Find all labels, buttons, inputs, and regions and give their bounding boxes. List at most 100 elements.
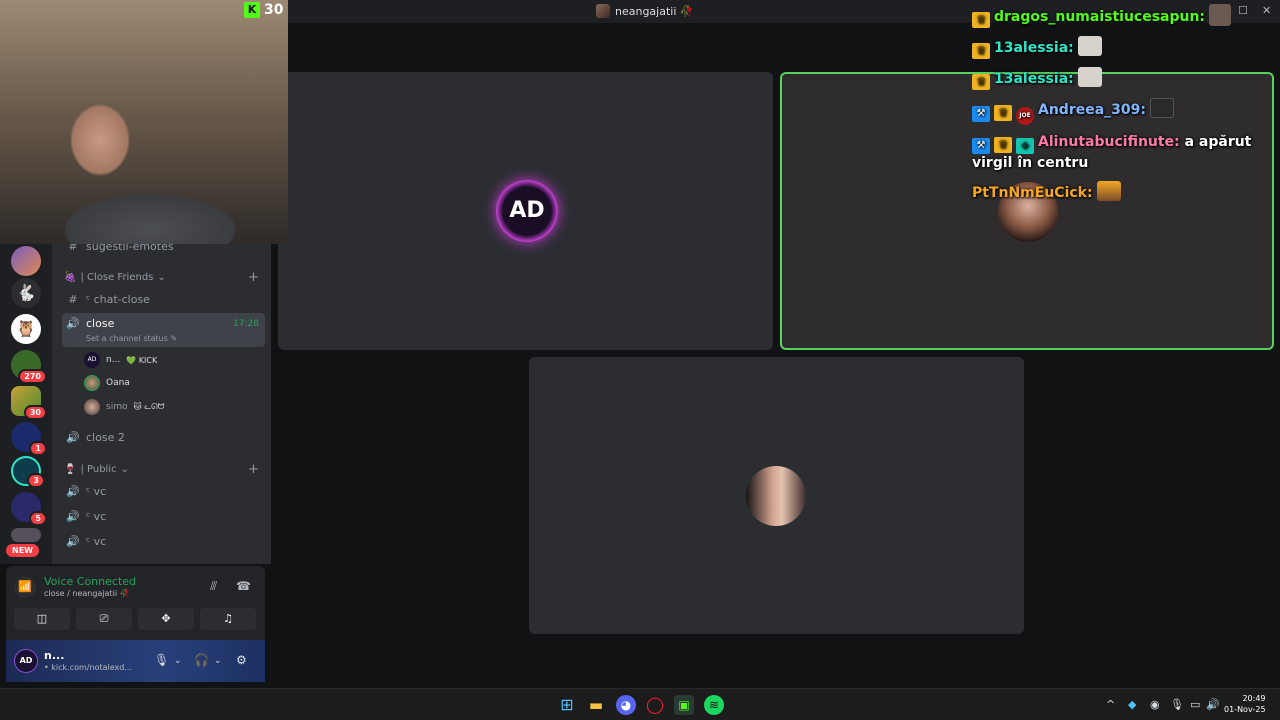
server-list: 🐇 🦉 270 30 1 3 5 NEW bbox=[0, 244, 52, 564]
cat-emote-icon bbox=[1077, 36, 1102, 56]
network-icon[interactable]: ▭ bbox=[1190, 698, 1200, 711]
voice-user[interactable]: Oana bbox=[84, 374, 130, 392]
server-icon-9[interactable] bbox=[11, 528, 41, 542]
microphone-icon[interactable]: 🎙 bbox=[154, 653, 169, 667]
voice-tile[interactable]: AD bbox=[278, 72, 773, 350]
server-icon-1[interactable] bbox=[11, 246, 41, 276]
user-status: • kick.com/notalexd... bbox=[44, 663, 132, 672]
moderator-icon: ⚒ bbox=[972, 138, 990, 154]
channel-label: ᶜ vc bbox=[86, 509, 107, 523]
server-icon-8[interactable]: 5 bbox=[11, 492, 47, 526]
channel-chat-close[interactable]: # ᶜ chat-close bbox=[62, 289, 265, 309]
kick-logo-icon: K bbox=[244, 2, 260, 18]
windows-start-icon[interactable]: ⊞ bbox=[557, 695, 577, 715]
chat-username: PtTnNmEuCick: bbox=[972, 185, 1093, 201]
server-badge: 5 bbox=[29, 511, 47, 526]
pencil-icon: ✎ bbox=[170, 334, 178, 343]
voice-user-tag: 🐱 ᓚᘏᗢ bbox=[133, 402, 165, 411]
discord-window: neangajatii 🥀 — ☐ ✕ 🐇 🦉 270 30 1 3 5 NEW… bbox=[0, 0, 1280, 720]
voice-user[interactable]: AD n... 💚 KICK bbox=[84, 351, 157, 369]
gear-icon[interactable]: ⚙ bbox=[236, 653, 247, 667]
add-channel-icon[interactable]: + bbox=[248, 270, 259, 285]
chevron-up-icon[interactable]: ^ bbox=[1106, 698, 1115, 711]
screen-share-button[interactable]: ⎚ bbox=[76, 608, 132, 630]
signal-icon[interactable]: 📶 bbox=[14, 576, 36, 598]
chevron-down-icon[interactable]: ⌄ bbox=[174, 656, 182, 666]
server-icon-7[interactable]: 3 bbox=[11, 456, 45, 488]
channel-vc[interactable]: 🔊 ᶜ vc bbox=[62, 481, 265, 501]
server-avatar-icon bbox=[596, 4, 610, 18]
voice-status[interactable]: Voice Connected bbox=[44, 575, 136, 588]
stream-chat-overlay: ♛ dragos_numaistiucesapun: ♛ 13alessia: ♛ 1… bbox=[972, 4, 1272, 211]
avatar: AD bbox=[496, 180, 558, 242]
window-title-text: neangajatii 🥀 bbox=[615, 4, 694, 18]
security-icon[interactable]: ◆ bbox=[1128, 698, 1136, 711]
voice-tile[interactable] bbox=[529, 357, 1024, 634]
chat-username: 13alessia: bbox=[994, 40, 1074, 56]
headphones-icon[interactable]: 🎧 bbox=[194, 653, 209, 667]
server-badge: 3 bbox=[27, 473, 45, 488]
channel-vc[interactable]: 🔊 ᶜ vc bbox=[62, 531, 265, 551]
voice-location[interactable]: close / neangajatii 🥀 bbox=[44, 589, 130, 598]
screen-share-icon: ⎚ bbox=[99, 612, 109, 625]
avatar: AD bbox=[84, 352, 100, 368]
channel-status-text: Set a channel status bbox=[86, 334, 168, 343]
camera-off-icon: ◫ bbox=[36, 612, 48, 625]
chevron-down-icon[interactable]: ⌄ bbox=[214, 656, 222, 666]
volume-icon[interactable]: 🔊 bbox=[1206, 698, 1220, 711]
chat-username: dragos_numaistiucesapun: bbox=[994, 9, 1206, 25]
new-badge: NEW bbox=[6, 544, 39, 557]
server-badge: 270 bbox=[18, 369, 47, 384]
voice-user[interactable]: simo 🐱 ᓚᘏᗢ bbox=[84, 398, 164, 416]
channel-label: ᶜ vc bbox=[86, 534, 107, 548]
chevron-down-icon: ⌄ bbox=[120, 464, 129, 475]
file-explorer-icon[interactable]: ▬ bbox=[586, 695, 606, 715]
hash-icon: # bbox=[68, 292, 78, 306]
chat-message: ⚒ ♛ ◈ Alinutabucifinute: a apărut virgil în… bbox=[972, 133, 1272, 173]
channel-close-2[interactable]: 🔊 close 2 bbox=[62, 427, 265, 447]
category-public[interactable]: 🍷 | Public ⌄ + bbox=[64, 462, 264, 477]
spotify-icon[interactable]: ≋ bbox=[704, 695, 724, 715]
disconnect-icon[interactable]: ☎ bbox=[236, 579, 251, 593]
activities-button[interactable]: ✥ bbox=[138, 608, 194, 630]
opera-icon[interactable]: ◯ bbox=[645, 695, 665, 715]
joe-badge-icon: JOE bbox=[1016, 107, 1034, 125]
server-icon-4[interactable]: 270 bbox=[11, 350, 47, 384]
add-channel-icon[interactable]: + bbox=[248, 462, 259, 477]
avatar bbox=[84, 375, 100, 391]
taskbar: ⊞ ▬ ◕ ◯ ▣ ≋ ^ ◆ ◉ 🎙 ▭ 🔊 20:49 01-Nov-25 bbox=[0, 688, 1280, 720]
voice-user-name: simo bbox=[106, 402, 128, 412]
channel-status[interactable]: Set a channel status ✎ bbox=[86, 334, 177, 343]
server-icon-2[interactable]: 🐇 bbox=[11, 278, 41, 308]
user-name[interactable]: n... bbox=[44, 649, 64, 662]
server-icon-3[interactable]: 🦉 bbox=[11, 314, 41, 344]
kick-app-icon[interactable]: ▣ bbox=[674, 695, 694, 715]
discord-app-icon[interactable]: ◕ bbox=[616, 695, 636, 715]
vip-badge-icon: ◈ bbox=[1016, 138, 1034, 154]
crown-icon: ♛ bbox=[972, 74, 990, 90]
speaker-icon: 🔊 bbox=[66, 317, 80, 330]
server-icon-5[interactable]: 30 bbox=[11, 386, 47, 420]
server-icon-6[interactable]: 1 bbox=[11, 422, 47, 456]
chevron-down-icon: ⌄ bbox=[157, 272, 166, 283]
speaker-icon: 🔊 bbox=[66, 484, 80, 498]
avatar bbox=[84, 399, 100, 415]
avatar[interactable]: AD bbox=[14, 649, 38, 673]
noise-suppression-icon[interactable]: ⫻ bbox=[210, 579, 217, 594]
channel-close-voice[interactable]: 🔊 close 17:28 Set a channel status ✎ bbox=[62, 313, 265, 347]
microphone-icon[interactable]: 🎙 bbox=[1170, 698, 1184, 711]
chat-username: 13alessia: bbox=[994, 71, 1074, 87]
window-title: neangajatii 🥀 bbox=[596, 4, 694, 18]
system-clock[interactable]: 20:49 01-Nov-25 bbox=[1224, 693, 1266, 715]
chat-message: ♛ 13alessia: bbox=[972, 36, 1272, 59]
voice-user-name: Oana bbox=[106, 378, 130, 388]
tray-app-icon[interactable]: ◉ bbox=[1150, 698, 1160, 711]
channel-list: # sugestii-emotes 🍇 | Close Friends ⌄ + … bbox=[52, 240, 271, 564]
soundboard-button[interactable]: ♫ bbox=[200, 608, 256, 630]
activities-icon: ✥ bbox=[161, 612, 171, 625]
camera-button[interactable]: ◫ bbox=[14, 608, 70, 630]
category-emoji-icon: 🍷 bbox=[64, 464, 77, 475]
category-label: | Close Friends bbox=[80, 272, 154, 283]
channel-vc[interactable]: 🔊 ᶜ vc bbox=[62, 506, 265, 526]
category-close-friends[interactable]: 🍇 | Close Friends ⌄ + bbox=[64, 270, 264, 285]
